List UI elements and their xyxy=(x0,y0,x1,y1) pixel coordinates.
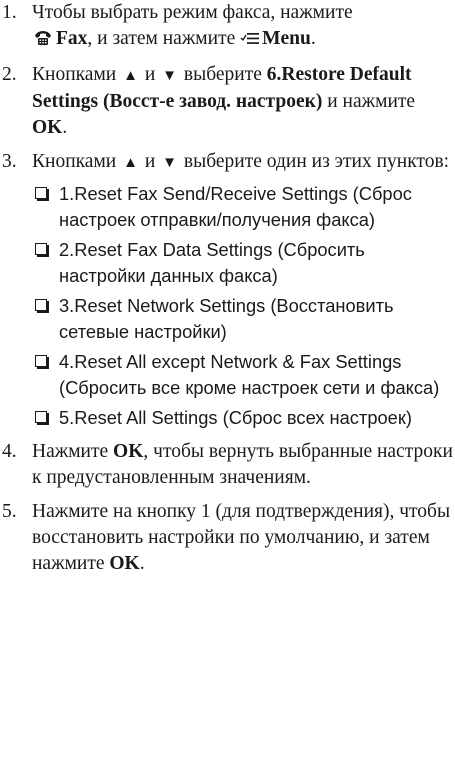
step-1: 1. Чтобы выбрать режим факса, нажмите Fa… xyxy=(0,0,455,54)
steps-list: 1. Чтобы выбрать режим факса, нажмите Fa… xyxy=(0,0,455,577)
menu-label: Menu xyxy=(262,28,311,49)
fax-icon xyxy=(32,28,54,54)
step-5: 5. Нажмите на кнопку 1 (для подтверждени… xyxy=(0,499,455,577)
checkbox-icon xyxy=(35,355,47,367)
step-number: 4. xyxy=(2,440,17,462)
step-text: , и затем нажмите xyxy=(87,28,236,49)
step-number: 1. xyxy=(2,2,17,23)
checkbox-icon xyxy=(35,411,47,423)
step-number: 5. xyxy=(2,500,17,522)
step-text: выберите xyxy=(183,64,262,85)
step-text: . xyxy=(139,552,145,574)
ok-label: OK xyxy=(32,117,63,138)
down-arrow-icon: ▼ xyxy=(162,68,178,84)
checkbox-icon xyxy=(35,243,47,255)
step-text: Кнопками xyxy=(32,64,117,85)
menu-icon xyxy=(240,28,260,54)
option-item: 4.Reset All except Network & Fax Setting… xyxy=(32,349,455,400)
step-text: и xyxy=(144,151,156,172)
checkbox-icon xyxy=(35,187,47,199)
ok-label: OK xyxy=(109,552,140,574)
option-item: 2.Reset Fax Data Settings (Сбросить наст… xyxy=(32,237,455,288)
step-text: . xyxy=(310,28,316,49)
step-text: и нажмите xyxy=(327,91,416,112)
step-3: 3. Кнопками ▲ и ▼ выберите один из этих … xyxy=(0,149,455,431)
option-item: 5.Reset All Settings (Сброс всех настрое… xyxy=(32,405,455,431)
instruction-page: 1. Чтобы выбрать режим факса, нажмите Fa… xyxy=(0,0,455,769)
step-text: выберите один из этих пунктов: xyxy=(183,151,450,172)
step-text: Нажмите на кнопку 1 (для подтверждения),… xyxy=(32,500,451,574)
option-label: 4.Reset All except Network & Fax Setting… xyxy=(59,351,440,398)
option-label: 2.Reset Fax Data Settings (Сбросить наст… xyxy=(59,239,365,286)
option-label: 3.Reset Network Settings (Восстановить с… xyxy=(59,295,394,342)
step-number: 2. xyxy=(2,64,17,85)
down-arrow-icon: ▼ xyxy=(162,155,178,171)
step-text: . xyxy=(62,117,68,138)
up-arrow-icon: ▲ xyxy=(123,155,138,171)
step-text: Нажмите xyxy=(32,440,109,462)
option-label: 5.Reset All Settings (Сброс всех настрое… xyxy=(59,407,412,428)
fax-label: Fax xyxy=(56,28,88,49)
options-list: 1.Reset Fax Send/Receive Settings (Сброс… xyxy=(32,181,455,431)
step-2: 2. Кнопками ▲ и ▼ выберите 6.Restore Def… xyxy=(0,62,455,141)
step-4: 4. Нажмите OK, чтобы вернуть выбранные н… xyxy=(0,439,455,491)
option-item: 3.Reset Network Settings (Восстановить с… xyxy=(32,293,455,344)
option-label: 1.Reset Fax Send/Receive Settings (Сброс… xyxy=(59,183,412,230)
ok-label: OK xyxy=(113,440,144,462)
checkbox-icon xyxy=(35,299,47,311)
up-arrow-icon: ▲ xyxy=(123,68,138,84)
step-text: и xyxy=(144,64,156,85)
step-text: Кнопками xyxy=(32,151,117,172)
step-number: 3. xyxy=(2,151,17,172)
option-item: 1.Reset Fax Send/Receive Settings (Сброс… xyxy=(32,181,455,232)
step-text: Чтобы выбрать режим факса, нажмите xyxy=(32,2,353,23)
